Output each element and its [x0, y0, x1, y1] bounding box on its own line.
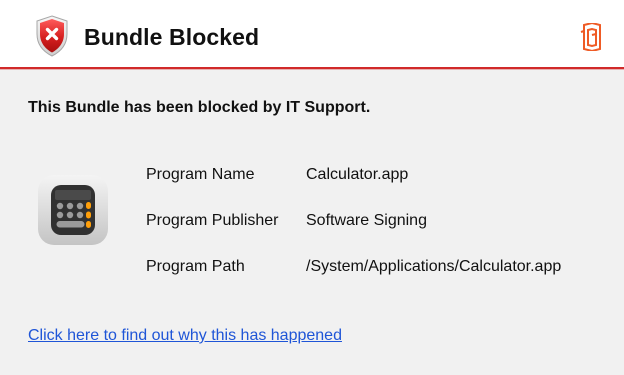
dialog-content: This Bundle has been blocked by IT Suppo… — [0, 70, 624, 375]
dialog-header: Bundle Blocked — [0, 0, 624, 69]
program-name-label: Program Name — [146, 166, 255, 183]
dialog-title: Bundle Blocked — [84, 24, 260, 50]
blocked-message: This Bundle has been blocked by IT Suppo… — [28, 99, 371, 116]
program-path-label: Program Path — [146, 258, 245, 275]
program-path-row: Program Path /System/Applications/Calcul… — [146, 244, 616, 290]
program-details: Program Name Calculator.app Program Publ… — [146, 152, 616, 290]
help-link[interactable]: Click here to find out why this has happ… — [28, 327, 342, 345]
program-path-value: /System/Applications/Calculator.app — [306, 258, 562, 275]
program-publisher-value: Software Signing — [306, 212, 427, 229]
program-name-row: Program Name Calculator.app — [146, 152, 616, 198]
brand-logo-icon — [580, 23, 601, 51]
shield-x-icon — [36, 15, 68, 57]
calculator-icon — [38, 175, 108, 245]
program-name-value: Calculator.app — [306, 166, 409, 183]
program-publisher-row: Program Publisher Software Signing — [146, 198, 616, 244]
program-publisher-label: Program Publisher — [146, 212, 279, 229]
